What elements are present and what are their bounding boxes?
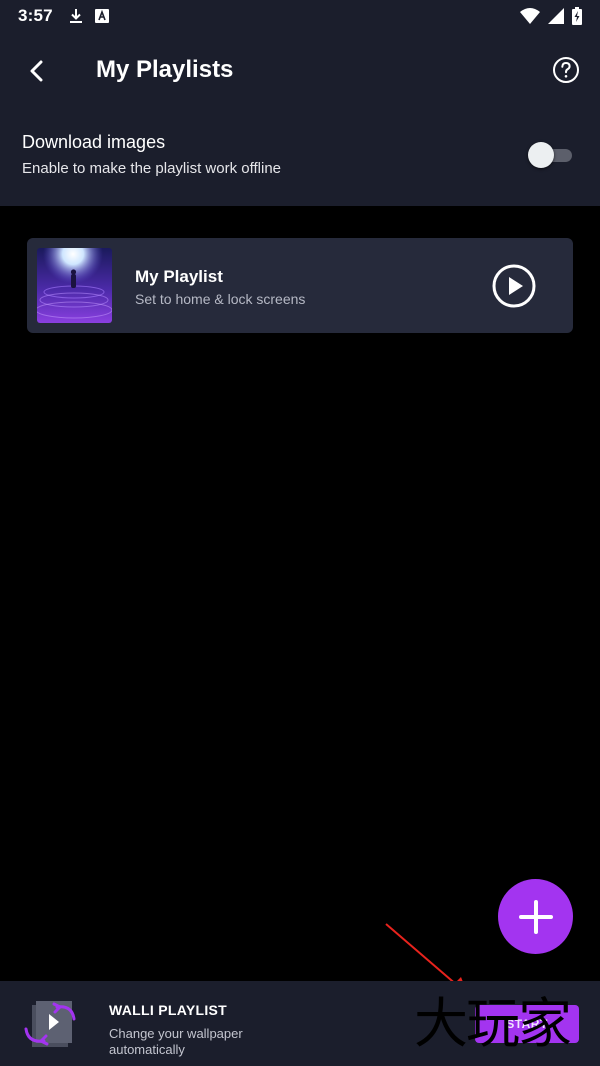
download-images-setting: Download images Enable to make the playl… [0, 108, 600, 206]
bottom-bar-icon-wrapper [18, 993, 84, 1055]
back-button[interactable] [22, 56, 52, 86]
playlist-card[interactable]: My Playlist Set to home & lock screens [27, 238, 573, 333]
status-time: 3:57 [18, 6, 53, 25]
playlist-title: My Playlist [135, 267, 223, 286]
help-button[interactable] [552, 56, 580, 84]
bottom-bar-title: WALLI PLAYLIST [109, 1002, 228, 1018]
help-icon [553, 57, 579, 83]
signal-icon [548, 8, 564, 24]
a-icon [94, 9, 109, 23]
download-images-toggle[interactable] [528, 142, 574, 168]
wifi-icon [520, 8, 540, 24]
download-icon [69, 9, 82, 23]
toggle-thumb [528, 142, 554, 168]
walli-playlist-bar: WALLI PLAYLIST Change your wallpaper aut… [0, 981, 600, 1066]
status-system-icons [520, 7, 582, 25]
download-images-title: Download images [22, 132, 166, 152]
download-images-subtitle: Enable to make the playlist work offline [22, 160, 282, 177]
start-button[interactable]: START [475, 1005, 579, 1043]
page-title: My Playlists [96, 56, 234, 83]
playlist-play-button[interactable] [492, 264, 536, 308]
back-arrow-icon [30, 60, 43, 82]
plus-icon [518, 899, 553, 934]
play-icon [492, 264, 536, 308]
playlist-subtitle: Set to home & lock screens [135, 291, 306, 307]
status-notification-icons [69, 8, 109, 24]
app-bar: My Playlists [0, 32, 600, 108]
playlist-rotate-icon [24, 1001, 76, 1047]
add-playlist-button[interactable] [498, 879, 573, 954]
bottom-bar-subtitle: Change your wallpaper automatically [109, 1026, 243, 1057]
battery-icon [572, 7, 582, 25]
space-wallpaper-thumbnail [37, 248, 112, 323]
status-bar: 3:57 [0, 0, 600, 32]
playlist-thumbnail [37, 248, 112, 323]
